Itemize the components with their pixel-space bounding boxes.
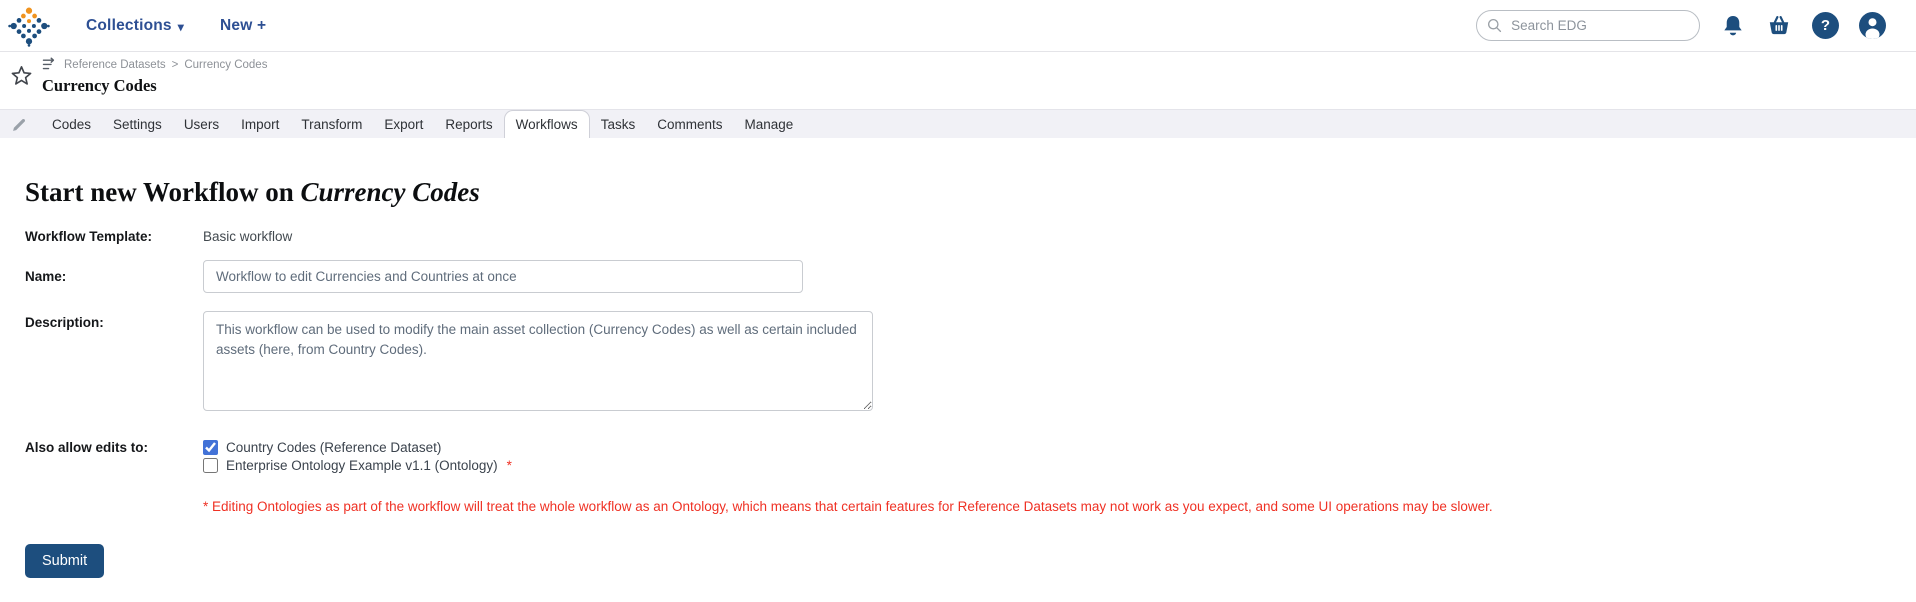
tab-transform[interactable]: Transform xyxy=(290,110,373,138)
tab-settings[interactable]: Settings xyxy=(102,110,173,138)
also-allow-edits-options: Country Codes (Reference Dataset) Enterp… xyxy=(203,440,512,473)
breadcrumb-item[interactable]: Currency Codes xyxy=(184,59,267,71)
enterprise-ontology-checkbox-label: Enterprise Ontology Example v1.1 (Ontolo… xyxy=(226,458,498,473)
topnav-right-group: ? xyxy=(1476,10,1886,41)
tab-workflows[interactable]: Workflows xyxy=(504,110,590,138)
edg-logo[interactable] xyxy=(8,4,50,48)
title-stack: Reference Datasets > Currency Codes Curr… xyxy=(42,57,267,96)
collections-menu[interactable]: Collections ▾ xyxy=(86,17,184,35)
heading-collection-name: Currency Codes xyxy=(301,177,480,207)
workflow-template-row: Workflow Template: Basic workflow xyxy=(25,229,1916,244)
ontology-warning-text: * Editing Ontologies as part of the work… xyxy=(203,499,1916,514)
page-heading: Start new Workflow on Currency Codes xyxy=(25,178,1916,208)
tab-codes[interactable]: Codes xyxy=(41,110,102,138)
workflow-name-input[interactable] xyxy=(203,260,803,293)
search-icon xyxy=(1487,17,1502,34)
tab-comments[interactable]: Comments xyxy=(646,110,733,138)
workflow-description-textarea[interactable]: This workflow can be used to modify the … xyxy=(203,311,873,411)
search-box[interactable] xyxy=(1476,10,1700,41)
enterprise-ontology-checkbox[interactable] xyxy=(203,458,218,473)
submit-button[interactable]: Submit xyxy=(25,544,104,578)
country-codes-checkbox[interactable] xyxy=(203,440,218,455)
collection-list-icon xyxy=(42,57,58,72)
top-navigation-bar: Collections ▾ New + xyxy=(0,0,1916,52)
also-allow-edits-row: Also allow edits to: Country Codes (Refe… xyxy=(25,440,1916,473)
tab-tasks[interactable]: Tasks xyxy=(590,110,647,138)
checkbox-row-country-codes[interactable]: Country Codes (Reference Dataset) xyxy=(203,440,512,455)
new-menu-label: New + xyxy=(220,17,266,35)
workflow-name-label: Name: xyxy=(25,260,203,284)
help-icon[interactable]: ? xyxy=(1812,12,1839,39)
edit-pencil-icon[interactable] xyxy=(11,116,28,133)
breadcrumb-item[interactable]: Reference Datasets xyxy=(64,59,166,71)
workflow-description-label: Description: xyxy=(25,311,203,330)
breadcrumb-separator: > xyxy=(172,59,179,71)
breadcrumb[interactable]: Reference Datasets > Currency Codes xyxy=(42,57,267,72)
help-glyph: ? xyxy=(1821,17,1830,34)
tab-export[interactable]: Export xyxy=(373,110,434,138)
main-content: Start new Workflow on Currency Codes Wor… xyxy=(0,178,1916,578)
workflow-template-label: Workflow Template: xyxy=(25,229,203,244)
tab-manage[interactable]: Manage xyxy=(733,110,804,138)
basket-icon[interactable] xyxy=(1766,13,1792,39)
account-icon[interactable] xyxy=(1859,12,1886,39)
tab-reports[interactable]: Reports xyxy=(434,110,503,138)
notifications-bell-icon[interactable] xyxy=(1720,13,1746,39)
workflow-name-row: Name: xyxy=(25,260,1916,293)
page-title: Currency Codes xyxy=(42,76,267,96)
country-codes-checkbox-label: Country Codes (Reference Dataset) xyxy=(226,440,441,455)
ontology-required-asterisk: * xyxy=(507,458,512,473)
tab-import[interactable]: Import xyxy=(230,110,290,138)
chevron-down-icon: ▾ xyxy=(178,20,184,34)
heading-prefix: Start new Workflow on xyxy=(25,177,301,207)
title-bar: Reference Datasets > Currency Codes Curr… xyxy=(0,52,1916,109)
collections-menu-label: Collections xyxy=(86,17,172,35)
new-menu[interactable]: New + xyxy=(220,17,266,35)
tab-users[interactable]: Users xyxy=(173,110,230,138)
edg-logo-icon xyxy=(8,4,50,48)
tab-bar: Codes Settings Users Import Transform Ex… xyxy=(0,109,1916,138)
checkbox-row-enterprise-ontology[interactable]: Enterprise Ontology Example v1.1 (Ontolo… xyxy=(203,458,512,473)
workflow-template-value: Basic workflow xyxy=(203,229,292,244)
workflow-description-row: Description: This workflow can be used t… xyxy=(25,311,1916,411)
also-allow-edits-label: Also allow edits to: xyxy=(25,440,203,455)
favorite-star-icon[interactable] xyxy=(10,64,33,92)
search-input[interactable] xyxy=(1509,17,1689,34)
